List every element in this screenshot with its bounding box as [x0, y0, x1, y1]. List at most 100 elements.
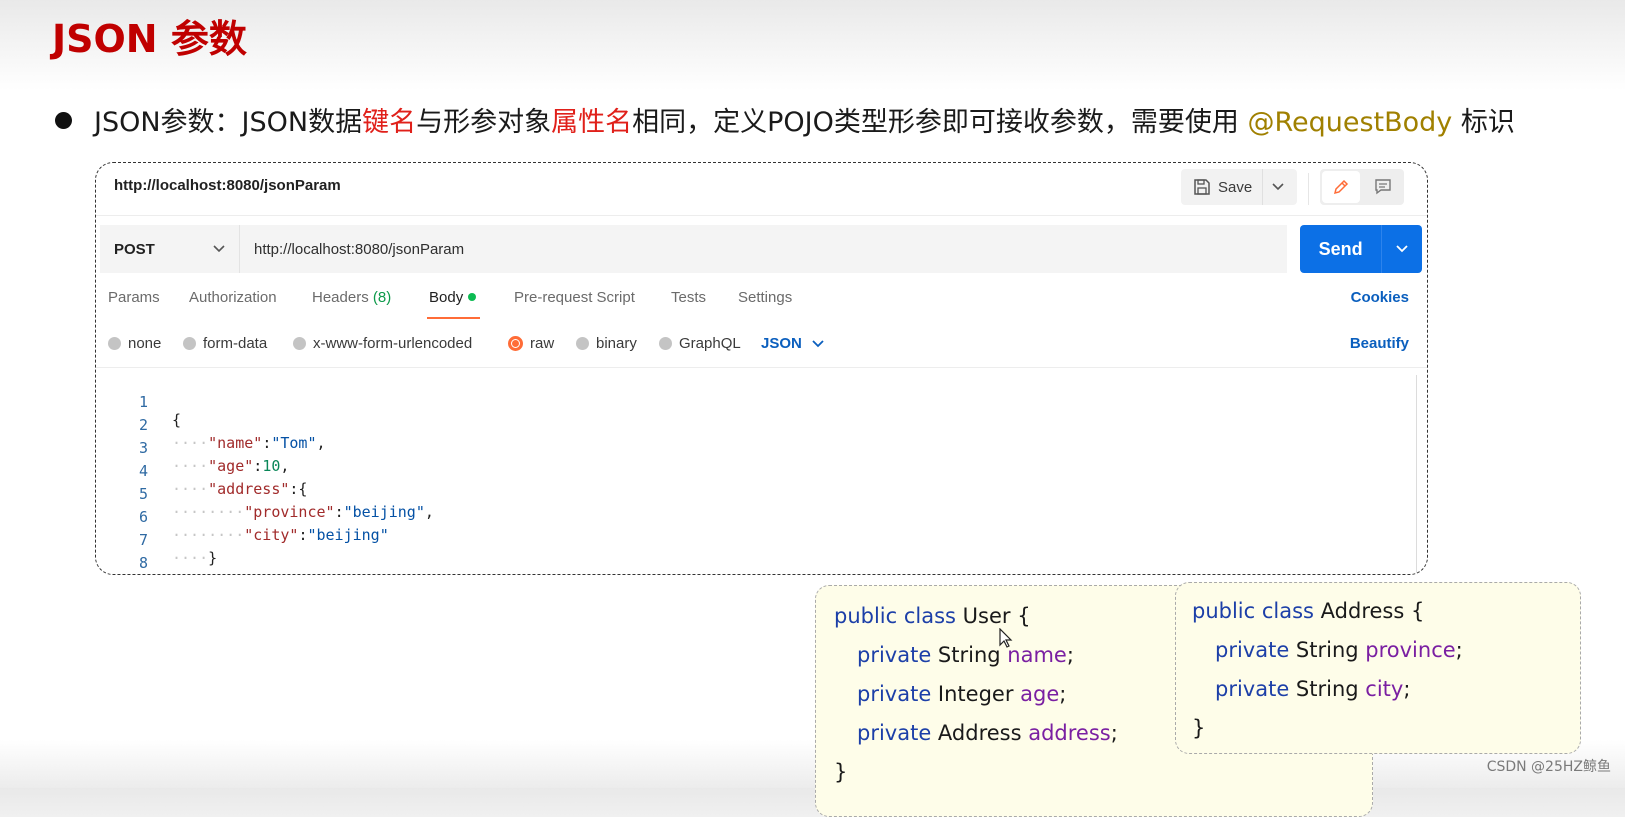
code-editor[interactable]: 1 { 2 ····"name":"Tom", 3 ····"age":10, …: [100, 375, 1417, 574]
bullet-text-2: 与形参对象: [416, 107, 552, 138]
bullet-text-1: JSON参数：JSON数据: [94, 107, 363, 138]
json-key: "province": [244, 503, 335, 521]
radio-label: form-data: [203, 335, 268, 352]
radio-label: none: [128, 335, 162, 352]
keyword: private: [857, 721, 932, 745]
save-label: Save: [1218, 178, 1253, 196]
radio-binary[interactable]: binary: [576, 335, 637, 352]
radio-graphql[interactable]: GraphQL: [659, 335, 741, 352]
radio-raw[interactable]: raw: [508, 335, 554, 352]
radio-circle: [183, 337, 196, 350]
class-name: Address {: [1314, 599, 1425, 623]
radio-circle-selected: [508, 336, 523, 351]
tab-settings[interactable]: Settings: [738, 289, 792, 306]
radio-urlencoded[interactable]: x-www-form-urlencoded: [293, 335, 472, 352]
method-select[interactable]: POST: [100, 225, 240, 273]
send-options-button[interactable]: [1381, 225, 1422, 273]
request-header-bar: http://localhost:8080/jsonParam Save: [96, 163, 1427, 216]
code-line: 6 ········"city":"beijing": [100, 490, 389, 544]
field-type: String: [1289, 677, 1366, 701]
field-name: city: [1365, 677, 1404, 701]
beautify-button[interactable]: Beautify: [1350, 335, 1409, 352]
code-line: 3 ····"age":10,: [100, 421, 289, 475]
brace-close: }: [172, 572, 181, 574]
keyword: private: [1215, 638, 1290, 662]
tab-body-label: Body: [429, 289, 464, 306]
radio-label: binary: [596, 335, 637, 352]
field-line: private Address address;: [857, 721, 1118, 745]
brace-close: }: [208, 549, 218, 567]
field-type: Address: [931, 721, 1029, 745]
keyword: private: [1215, 677, 1290, 701]
save-button-group: Save: [1181, 169, 1297, 205]
radio-label: GraphQL: [679, 335, 741, 352]
brace-open: :{: [289, 480, 308, 498]
keyword: public class: [1192, 599, 1314, 623]
field-line: private String province;: [1215, 638, 1463, 662]
code-line: 8 }: [100, 536, 181, 574]
tab-params[interactable]: Params: [108, 289, 160, 306]
class-close: }: [834, 760, 848, 784]
code-line: 5 ········"province":"beijing",: [100, 467, 434, 521]
edit-mode-button[interactable]: [1322, 171, 1360, 203]
send-button[interactable]: Send: [1300, 239, 1381, 260]
request-bar: POST http://localhost:8080/jsonParam Sen…: [100, 225, 1424, 273]
chevron-down-icon: [1272, 183, 1284, 191]
pencil-icon: [1333, 179, 1349, 195]
keyword: private: [857, 682, 932, 706]
save-button[interactable]: Save: [1181, 169, 1262, 205]
save-options-button[interactable]: [1262, 169, 1293, 205]
method-label: POST: [114, 240, 155, 258]
brace-open: {: [172, 411, 182, 429]
send-button-group: Send: [1300, 225, 1422, 273]
radio-form-data[interactable]: form-data: [183, 335, 267, 352]
tab-pre-request-script[interactable]: Pre-request Script: [514, 289, 635, 306]
field-line: private String name;: [857, 643, 1074, 667]
annotation-requestbody: @RequestBody: [1247, 107, 1453, 138]
bullet-text-3: 相同，定义POJO类型形参即可接收参数，需要使用: [632, 107, 1248, 138]
view-mode-toggle: [1320, 169, 1404, 205]
json-key: "name": [208, 434, 263, 452]
tab-authorization[interactable]: Authorization: [189, 289, 277, 306]
code-line: 2 ····"name":"Tom",: [100, 398, 326, 452]
radio-circle: [108, 337, 121, 350]
radio-circle: [576, 337, 589, 350]
radio-none[interactable]: none: [108, 335, 161, 352]
class-name: User {: [956, 604, 1031, 628]
tab-tests[interactable]: Tests: [671, 289, 706, 306]
format-label: JSON: [761, 335, 802, 352]
url-value: http://localhost:8080/jsonParam: [254, 240, 465, 258]
radio-label: raw: [530, 335, 555, 352]
tab-headers[interactable]: Headers (8): [312, 289, 391, 306]
bullet-point: JSON参数：JSON数据键名与形参对象属性名相同，定义POJO类型形参即可接收…: [55, 100, 1515, 139]
class-header: public class User {: [834, 604, 1031, 628]
field-name: province: [1365, 638, 1456, 662]
request-tabs: Params Authorization Headers (8) Body Pr…: [96, 273, 1427, 323]
radio-circle: [293, 337, 306, 350]
mouse-cursor-icon: [999, 628, 1013, 648]
keyword: public class: [834, 604, 956, 628]
class-close: }: [1192, 716, 1206, 740]
field-line: private Integer age;: [857, 682, 1067, 706]
chevron-down-icon: [812, 339, 824, 347]
field-line: private String city;: [1215, 677, 1411, 701]
url-input[interactable]: http://localhost:8080/jsonParam: [240, 225, 1287, 273]
keyword: private: [857, 643, 932, 667]
field-name: address: [1028, 721, 1111, 745]
comments-button[interactable]: [1362, 169, 1404, 205]
cookies-link[interactable]: Cookies: [1351, 289, 1409, 306]
field-name: age: [1020, 682, 1060, 706]
radio-circle: [659, 337, 672, 350]
format-dropdown[interactable]: JSON: [761, 335, 824, 352]
field-type: String: [931, 643, 1008, 667]
json-key: "address": [208, 480, 290, 498]
chevron-down-icon: [213, 245, 225, 253]
code-line: 4 ····"address":{: [100, 444, 308, 498]
class-header: public class Address {: [1192, 599, 1424, 623]
code-line: 1 {: [100, 375, 181, 429]
slide-title: JSON 参数: [52, 17, 247, 61]
body-type-selector: none form-data x-www-form-urlencoded raw…: [96, 323, 1427, 368]
tab-body[interactable]: Body: [429, 289, 477, 306]
comment-icon: [1375, 179, 1391, 195]
address-class-box: public class Address { private String pr…: [1175, 582, 1581, 754]
